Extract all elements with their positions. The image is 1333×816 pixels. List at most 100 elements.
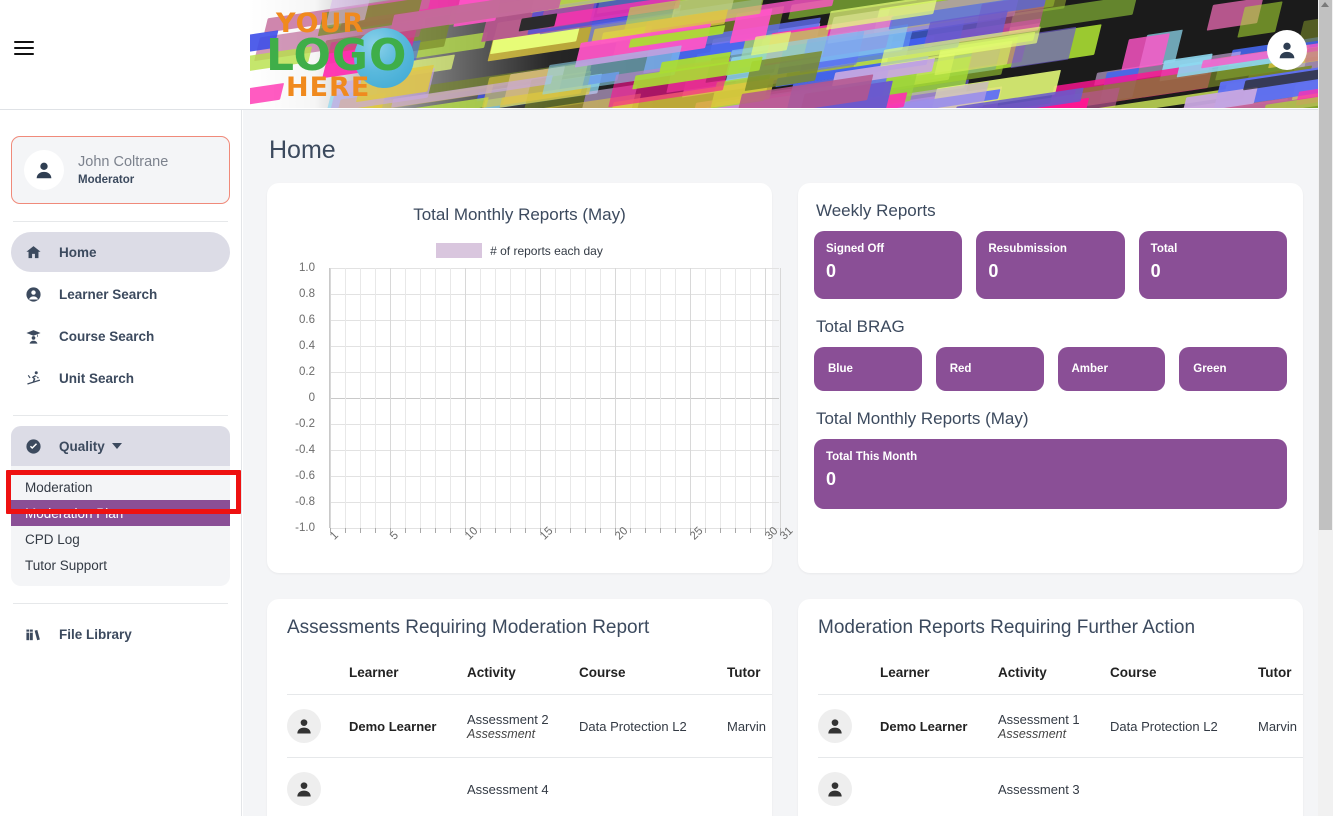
row-activity: Assessment 2 Assessment [467,694,579,758]
chart-gridline-v [585,268,586,528]
sidebar-item-file-library[interactable]: File Library [11,614,230,654]
brag-red[interactable]: Red [935,347,1044,391]
chart-x-tickmark [735,528,736,533]
sidebar-divider-1 [13,221,228,222]
brag-amber[interactable]: Amber [1057,347,1166,391]
avatar [287,709,321,743]
stat-label: Total This Month [825,451,918,463]
chart-x-tickmark [450,528,451,533]
scroll-up-arrow-icon[interactable] [1321,2,1329,7]
brag-label: Red [949,363,972,375]
sidebar-item-label: Learner Search [59,286,158,302]
sidebar-subitem-tutor-support[interactable]: Tutor Support [11,552,230,578]
chart-gridline-v [420,268,421,528]
chart-gridline-v [630,268,631,528]
top-bar: YOUR LOGO HERE [0,0,1325,110]
chart-gridline-v [390,268,391,528]
row-course: Data Protection L2 [579,694,727,758]
chart-x-tick-label: 5 [388,529,402,543]
sidebar-item-home[interactable]: Home [11,232,230,272]
brag-row: Blue Red Amber Green [813,347,1288,391]
chart-title: Total Monthly Reports (May) [413,205,626,224]
account-button[interactable] [1267,30,1307,70]
row-learner [880,757,998,816]
home-icon [25,242,51,262]
row-avatar-cell [287,694,349,758]
column-header-avatar [287,665,349,695]
row-activity-name: Assessment 1 [998,711,1080,727]
row-tutor: Marvin [1258,694,1303,758]
chart-gridline-v [570,268,571,528]
sidebar-subitem-label: Moderation Plan [25,505,124,521]
chart-x-tickmark [510,528,511,533]
sidebar-group-quality-header[interactable]: Quality [11,426,230,466]
table-row[interactable]: Demo Learner Assessment 1 Assessment Dat… [818,694,1303,758]
table-row[interactable]: Demo Learner Assessment 2 Assessment Dat… [287,694,772,758]
chart-x-tickmark [675,528,676,533]
chart-y-tick-label: -0.6 [295,470,315,482]
scrollbar-thumb[interactable] [1319,0,1332,530]
sidebar-subitem-label: CPD Log [25,531,80,547]
hamburger-icon[interactable] [14,41,34,57]
sidebar-subitem-cpd-log[interactable]: CPD Log [11,526,230,552]
row-course [579,757,727,816]
brag-blue[interactable]: Blue [813,347,922,391]
chart-gridline-v [465,268,466,528]
row-activity-type: Assessment [467,726,536,741]
table-row[interactable]: Assessment 3 [818,757,1303,816]
table-title: Moderation Reports Requiring Further Act… [818,617,1196,638]
chart-y-tick-label: -0.8 [295,496,315,508]
sidebar-item-label: Unit Search [59,370,135,386]
avatar [287,772,321,806]
sidebar-subitem-label: Tutor Support [25,557,108,573]
sidebar-subitem-moderation[interactable]: Moderation [11,474,230,500]
stat-signed-off[interactable]: Signed Off 0 [813,231,963,299]
stat-total[interactable]: Total 0 [1138,231,1287,299]
weekly-reports-card: Weekly Reports Signed Off 0 Resubmission… [797,183,1303,573]
profile-role: Moderator [78,173,135,186]
stat-value: 0 [825,261,836,281]
column-header-activity: Activity [467,665,579,695]
sidebar-item-unit-search[interactable]: Unit Search [11,358,230,398]
chart-gridline-v [675,268,676,528]
column-header-course: Course [1110,665,1258,695]
row-activity-type: Assessment [998,726,1067,741]
dashboard-row-bottom: Assessments Requiring Moderation Report … [267,599,1303,816]
chart-x-tickmark [345,528,346,533]
chart-x-tick-label: 1 [328,529,342,543]
brag-label: Blue [827,363,853,375]
chart-y-tick-label: 0.8 [299,288,315,300]
chart-x-tickmark [660,528,661,533]
chart-gridline-v [480,268,481,528]
chart-plot-area: 1.0 0.8 0.6 0.4 0.2 0 -0.2 -0.4 -0.6 -0.8 -1.0 1 5 1… [281,262,795,558]
brag-label: Green [1193,363,1227,375]
profile-card[interactable]: John Coltrane Moderator [11,136,230,204]
stat-total-this-month[interactable]: Total This Month 0 [813,439,1287,509]
table-row[interactable]: Assessment 4 [287,757,772,816]
chart-gridline-v [435,268,436,528]
stat-label: Total [1150,243,1178,255]
chart-gridline-v [720,268,721,528]
skier-icon [25,368,51,388]
chart-y-tick-label: 1.0 [299,262,315,274]
avatar [818,772,852,806]
chart-gridline-v [645,268,646,528]
brag-green[interactable]: Green [1179,347,1288,391]
chart-y-tick-label: 0.2 [299,366,315,378]
vertical-scrollbar[interactable] [1318,0,1333,816]
chart-x-tickmark [495,528,496,533]
banner-decoration [250,0,1325,108]
app-root: YOUR LOGO HERE John Coltrane Moderator H… [0,0,1333,816]
row-activity-name: Assessment 4 [467,781,549,797]
stat-resubmission[interactable]: Resubmission 0 [976,231,1125,299]
profile-text: John Coltrane Moderator [78,153,168,188]
column-header-tutor: Tutor [727,665,772,695]
sidebar-item-learner-search[interactable]: Learner Search [11,274,230,314]
chart-x-tickmark [570,528,571,533]
sidebar-subitem-moderation-plan[interactable]: Moderation Plan [11,500,230,526]
sidebar-item-course-search[interactable]: Course Search [11,316,230,356]
column-header-tutor: Tutor [1258,665,1303,695]
chart-gridline-v [555,268,556,528]
chart-y-axis: 1.0 0.8 0.6 0.4 0.2 0 -0.2 -0.4 -0.6 -0.8 -1.0 [281,262,319,534]
row-learner [349,757,467,816]
